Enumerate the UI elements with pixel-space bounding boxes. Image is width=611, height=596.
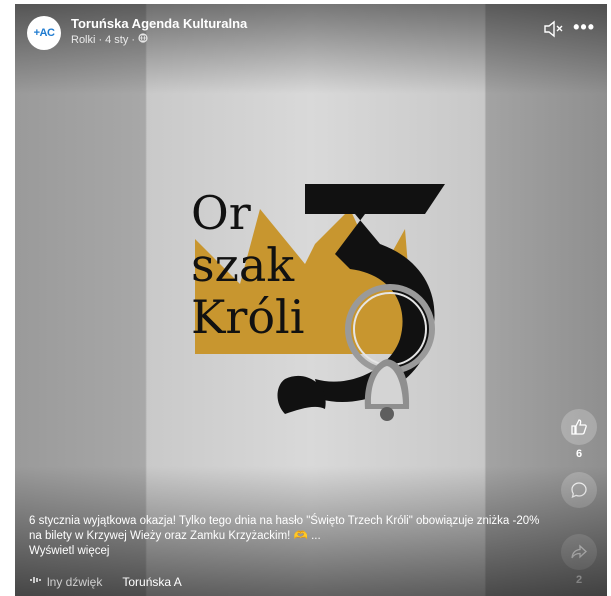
more-options-icon[interactable]: ••• xyxy=(573,17,595,38)
audio-row[interactable]: lny dźwięk Toruńska A xyxy=(29,574,182,589)
like-button[interactable] xyxy=(561,409,597,445)
like-count: 6 xyxy=(575,448,583,460)
post-meta: Rolki · 4 sty · xyxy=(71,33,148,46)
artwork-title-line-1: Or xyxy=(191,186,251,240)
caption-text: 6 stycznia wyjątkowa okazja! Tylko tego … xyxy=(29,515,540,542)
artwork-title-line-2: szak xyxy=(191,238,295,292)
post-type[interactable]: Rolki xyxy=(71,34,95,46)
post-caption: 6 stycznia wyjątkowa okazja! Tylko tego … xyxy=(29,514,549,559)
audio-sound-label[interactable]: lny dźwięk xyxy=(47,575,102,589)
globe-icon xyxy=(138,33,148,46)
reel-player[interactable]: Or szak Króli +AC Toruńska Agenda Kultur… xyxy=(15,4,607,596)
post-date[interactable]: 4 sty xyxy=(105,34,128,46)
mute-icon[interactable] xyxy=(543,20,565,38)
audio-author[interactable]: Toruńska A xyxy=(122,575,181,589)
artwork-title-line-3: Króli xyxy=(191,290,305,344)
like-icon xyxy=(571,419,587,435)
page-avatar[interactable]: +AC xyxy=(27,16,61,50)
separator-dot: · xyxy=(131,34,136,46)
page-name[interactable]: Toruńska Agenda Kulturalna xyxy=(71,16,247,31)
audio-wave-icon xyxy=(29,574,41,589)
separator-dot: · xyxy=(98,34,103,46)
see-more-link[interactable]: Wyświetl więcej xyxy=(29,545,109,557)
